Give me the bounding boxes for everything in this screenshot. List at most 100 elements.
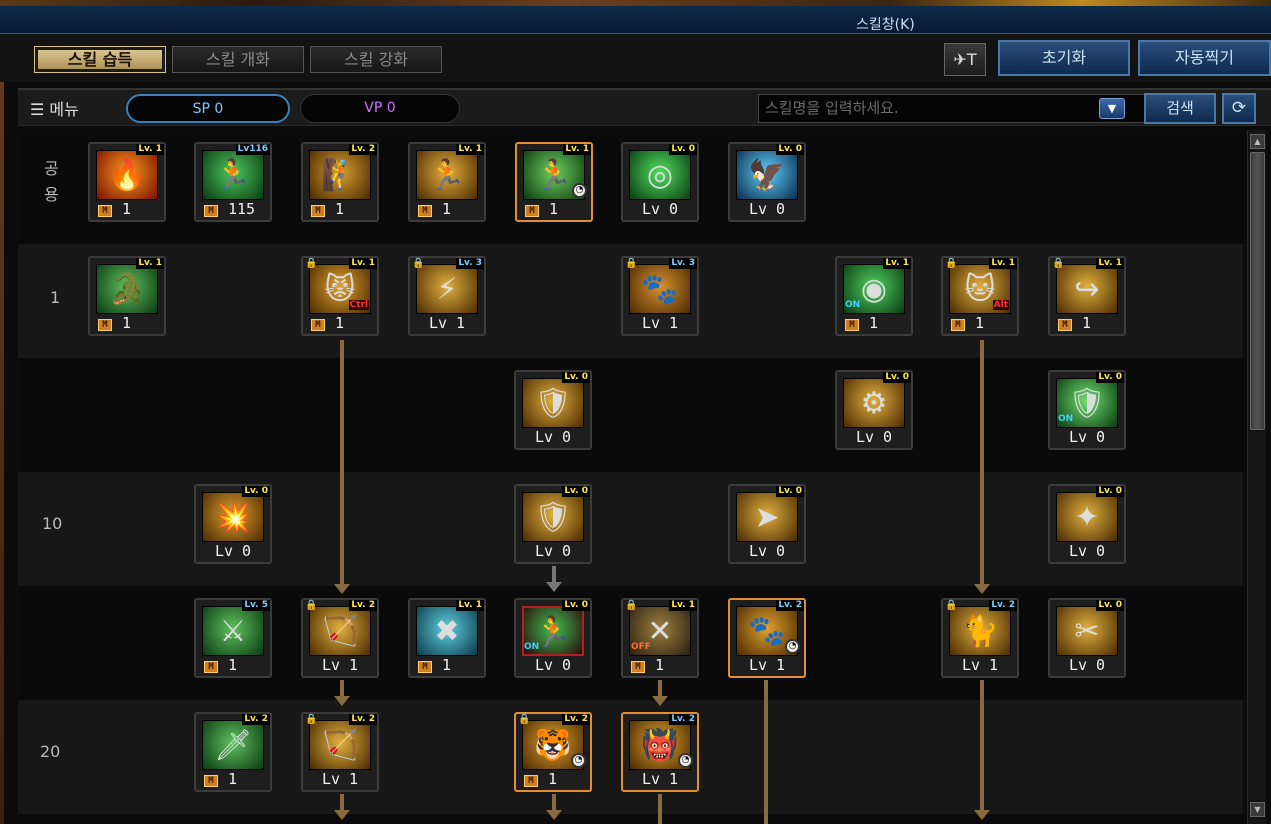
skill-icon[interactable]: 🦅 xyxy=(736,150,798,200)
skill-level-badge: Lv. 0 xyxy=(562,372,590,383)
skill-slot[interactable]: 🐊 Lv. 1 M1 xyxy=(88,256,166,336)
skill-slot[interactable]: 🦅 Lv. 0 Lv 0 xyxy=(728,142,806,222)
skill-icon[interactable]: 🐈 xyxy=(949,606,1011,656)
skill-slot[interactable]: ✕ Lv. 1 🔒 OFF M 1 xyxy=(621,598,699,678)
skill-slot[interactable]: ✖ Lv. 1 M1 xyxy=(408,598,486,678)
search-input[interactable]: 스킬명을 입력하세요. xyxy=(758,94,1156,123)
tab-skill-bloom[interactable]: 스킬 개화 xyxy=(172,46,304,73)
skill-slot[interactable]: 🏃 Lv. 0 ON Lv 0 xyxy=(514,598,592,678)
skill-master-level: M 115 xyxy=(200,200,266,218)
skill-slot[interactable]: 🐯 Lv. 2 🔒 ◔ M 1 xyxy=(514,712,592,792)
skill-icon[interactable]: 🛡 xyxy=(522,492,584,542)
skill-icon[interactable]: ✂ xyxy=(1056,606,1118,656)
skill-icon[interactable]: ⚙ xyxy=(843,378,905,428)
scroll-down-icon[interactable]: ▼ xyxy=(1250,802,1265,817)
skill-icon[interactable]: 🏹 xyxy=(309,720,371,770)
skill-slot[interactable]: 🧗 Lv. 2 M1 xyxy=(301,142,379,222)
skill-icon[interactable]: ✖ xyxy=(416,606,478,656)
title-bar[interactable]: 스킬창(K) xyxy=(0,6,1271,34)
skill-icon[interactable]: 🛡 xyxy=(522,378,584,428)
skill-slot[interactable]: ◎ Lv. 0 Lv 0 xyxy=(621,142,699,222)
skill-level-badge: Lv. 2 xyxy=(989,600,1017,611)
tab-row: 스킬 습득 스킬 개화 스킬 강화 초기화 자동찍기 xyxy=(0,34,1271,82)
scroll-up-icon[interactable]: ▲ xyxy=(1250,134,1265,149)
skill-icon[interactable]: 🧗 xyxy=(309,150,371,200)
tab-skill-acquire[interactable]: 스킬 습득 xyxy=(34,46,166,73)
skill-level-value: Lv 1 xyxy=(641,314,679,332)
skill-slot[interactable]: 🛡 Lv. 0 ON Lv 0 xyxy=(1048,370,1126,450)
skill-icon[interactable]: 🔥 xyxy=(96,150,158,200)
skill-icon[interactable]: ✦ xyxy=(1056,492,1118,542)
tab-skill-enhance[interactable]: 스킬 강화 xyxy=(310,46,442,73)
skill-slot[interactable]: ➤ Lv. 0 Lv 0 xyxy=(728,484,806,564)
skill-slot[interactable]: 🛡 Lv. 0 Lv 0 xyxy=(514,484,592,564)
skill-icon[interactable]: ⚡ xyxy=(416,264,478,314)
connector-line xyxy=(764,680,768,824)
menu-button[interactable]: ☰ 메뉴 xyxy=(30,96,79,120)
skill-level-badge: Lv. 2 xyxy=(562,714,590,725)
connector-arrow xyxy=(546,810,562,820)
skill-slot[interactable]: 🗡 Lv. 2 M1 xyxy=(194,712,272,792)
master-icon: M xyxy=(631,661,645,673)
skill-level-value: Lv 0 xyxy=(1068,656,1106,674)
skill-slot[interactable]: 🐈 Lv. 2 🔒 Lv 1 xyxy=(941,598,1019,678)
skill-shortcut-icon[interactable]: ✈T xyxy=(944,43,986,76)
skill-slot[interactable]: ◉ Lv. 1 ON M 1 xyxy=(835,256,913,336)
master-icon: M xyxy=(98,205,112,217)
skill-slot[interactable]: ✦ Lv. 0 Lv 0 xyxy=(1048,484,1126,564)
cooldown-clock-icon: ◔ xyxy=(571,753,586,768)
reset-button[interactable]: 초기화 xyxy=(998,40,1130,76)
search-button[interactable]: 검색 xyxy=(1144,93,1216,124)
master-icon: M xyxy=(311,319,325,331)
skill-slot[interactable]: 🏃 Lv. 1 ◔ M 1 xyxy=(515,142,593,222)
connector-line xyxy=(340,340,344,585)
skill-slot[interactable]: 🏃 Lv. 1 M1 xyxy=(408,142,486,222)
skill-slot[interactable]: 😾 Lv. 1 🔒 Ctrl M 1 xyxy=(301,256,379,336)
connector-arrow xyxy=(546,582,562,592)
skill-icon[interactable]: 💥 xyxy=(202,492,264,542)
skill-slot[interactable]: 🐱 Lv. 1 🔒 Alt M 1 xyxy=(941,256,1019,336)
skill-slot[interactable]: ⚡ Lv. 3 🔒 Lv 1 xyxy=(408,256,486,336)
skill-icon[interactable]: 🗡 xyxy=(202,720,264,770)
connector-arrow xyxy=(334,696,350,706)
chevron-down-icon[interactable]: ▼ xyxy=(1099,98,1125,119)
skill-slot[interactable]: 🏹 Lv. 2 🔒 Lv 1 xyxy=(301,712,379,792)
skill-icon[interactable]: 🐊 xyxy=(96,264,158,314)
skill-slot[interactable]: ✂ Lv. 0 Lv 0 xyxy=(1048,598,1126,678)
skill-icon[interactable]: ➤ xyxy=(736,492,798,542)
skill-icon[interactable]: 🏃 xyxy=(416,150,478,200)
toolbar: ☰ 메뉴 SP 0 VP 0 스킬명을 입력하세요. ▼ 검색 ⟳ xyxy=(18,88,1271,126)
scroll-thumb[interactable] xyxy=(1250,152,1265,430)
skill-slot[interactable]: 💥 Lv. 0 Lv 0 xyxy=(194,484,272,564)
scrollbar[interactable]: ▲ ▼ xyxy=(1247,130,1266,824)
refresh-icon[interactable]: ⟳ xyxy=(1222,93,1256,124)
skill-slot[interactable]: 🛡 Lv. 0 Lv 0 xyxy=(514,370,592,450)
skill-icon[interactable]: 🏃 xyxy=(202,150,264,200)
skill-level-value: Lv 0 xyxy=(1068,428,1106,446)
lock-icon: 🔒 xyxy=(518,714,531,725)
master-icon: M xyxy=(845,319,859,331)
skill-icon[interactable]: ↪ xyxy=(1056,264,1118,314)
skill-level-value: 1 xyxy=(1082,314,1092,332)
skill-slot[interactable]: 🐾 Lv. 2 ◔ Lv 1 xyxy=(728,598,806,678)
skill-slot[interactable]: ↪ Lv. 1 🔒 M 1 xyxy=(1048,256,1126,336)
skill-icon[interactable]: ◎ xyxy=(629,150,691,200)
skill-level-value: Lv 1 xyxy=(641,770,679,788)
skill-slot[interactable]: ⚙ Lv. 0 Lv 0 xyxy=(835,370,913,450)
skill-slot[interactable]: 🏃 Lv116 M 115 xyxy=(194,142,272,222)
skill-slot[interactable]: 🔥 Lv. 1 M1 xyxy=(88,142,166,222)
skill-level-value: Lv 1 xyxy=(321,656,359,674)
master-icon: M xyxy=(525,205,539,217)
skill-icon[interactable]: 🏹 xyxy=(309,606,371,656)
skill-level-badge: Lv. 1 xyxy=(136,144,164,155)
skill-slot[interactable]: 🏹 Lv. 2 🔒 Lv 1 xyxy=(301,598,379,678)
skill-slot[interactable]: ⚔ Lv. 5 M1 xyxy=(194,598,272,678)
skill-level-value: Lv 0 xyxy=(641,200,679,218)
skill-level-value: 1 xyxy=(335,200,345,218)
skill-slot[interactable]: 🐾 Lv. 3 🔒 Lv 1 xyxy=(621,256,699,336)
skill-icon[interactable]: 🐾 xyxy=(629,264,691,314)
auto-assign-button[interactable]: 자동찍기 xyxy=(1138,40,1271,76)
skill-level-value: 1 xyxy=(655,656,665,674)
skill-icon[interactable]: ⚔ xyxy=(202,606,264,656)
skill-slot[interactable]: 👹 Lv. 2 ◔ Lv 1 xyxy=(621,712,699,792)
